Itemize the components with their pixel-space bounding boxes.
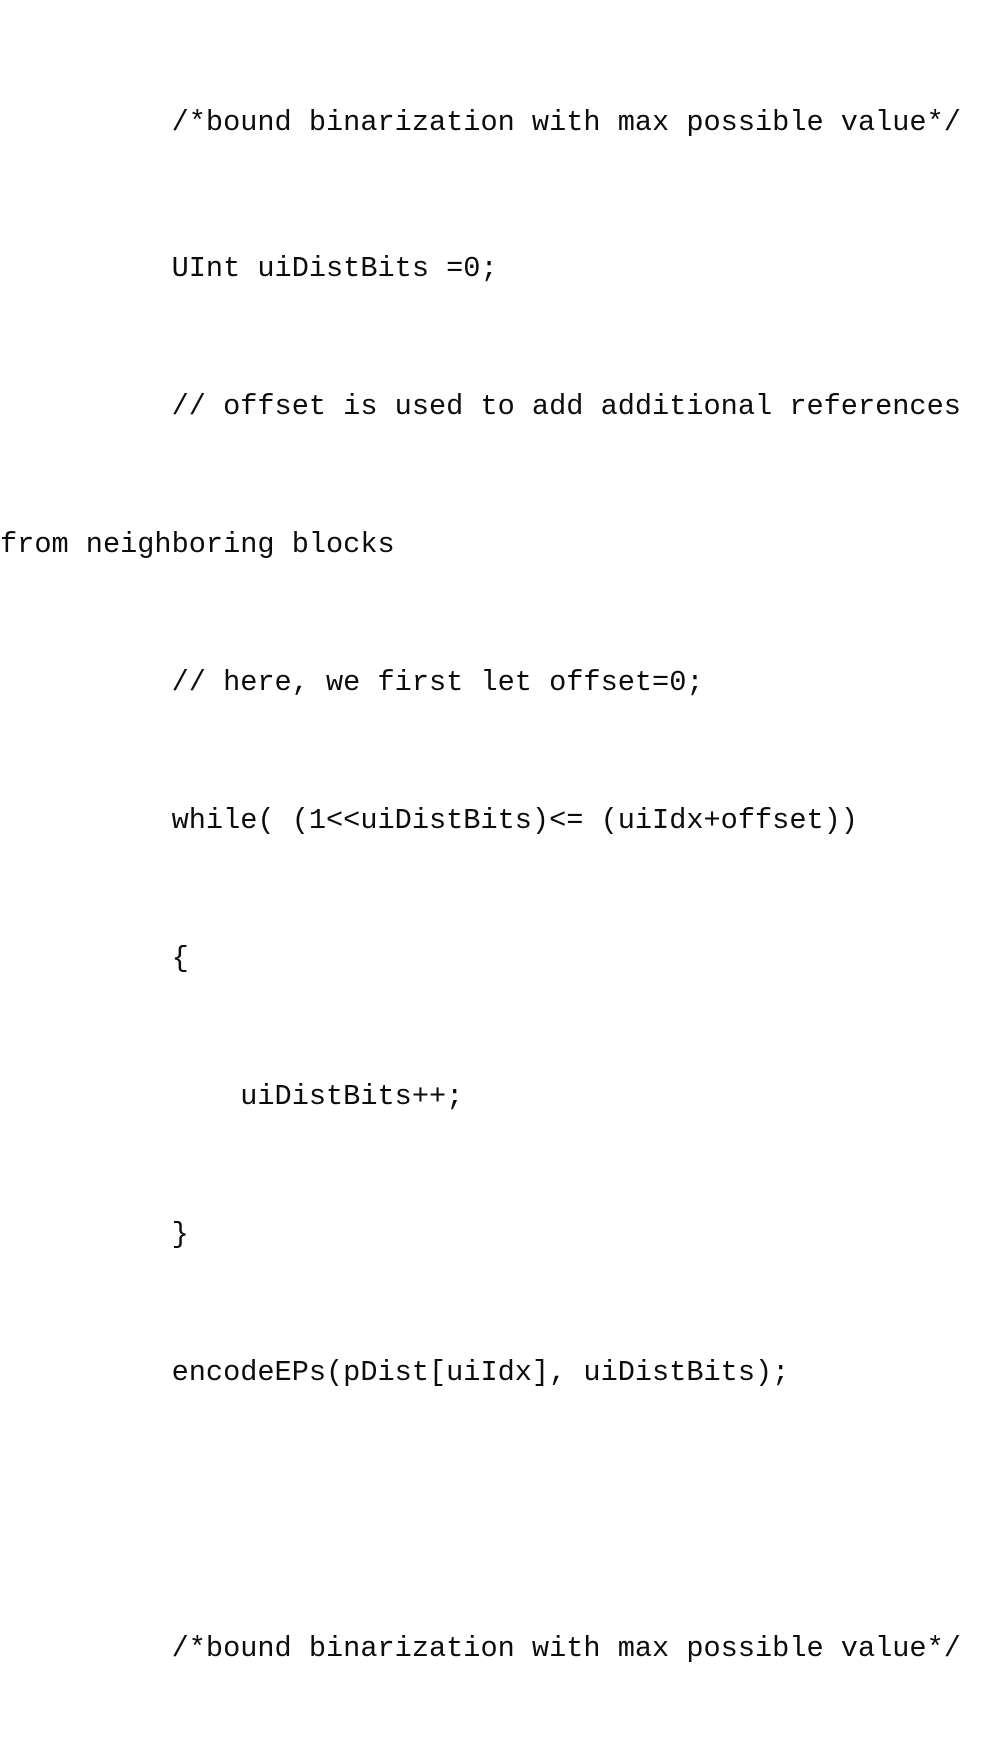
code-line: { <box>0 942 189 975</box>
code-line: /*bound binarization with max possible v… <box>0 1632 961 1665</box>
code-line: UInt uiDistBits =0; <box>0 252 498 285</box>
code-line: } <box>0 1218 189 1251</box>
code-line: while( (1<<uiDistBits)<= (uiIdx+offset)) <box>0 804 858 837</box>
code-listing: /*bound binarization with max possible v… <box>0 0 999 1665</box>
code-line: uiDistBits++; <box>0 1080 464 1113</box>
code-line: /*bound binarization with max possible v… <box>0 106 961 139</box>
code-line: // here, we first let offset=0; <box>0 666 704 699</box>
code-line: encodeEPs(pDist[uiIdx], uiDistBits); <box>0 1356 790 1389</box>
document-page: /*bound binarization with max possible v… <box>0 0 999 1665</box>
code-line-wrapped: from neighboring blocks <box>0 528 395 561</box>
code-line: // offset is used to add additional refe… <box>0 390 961 423</box>
